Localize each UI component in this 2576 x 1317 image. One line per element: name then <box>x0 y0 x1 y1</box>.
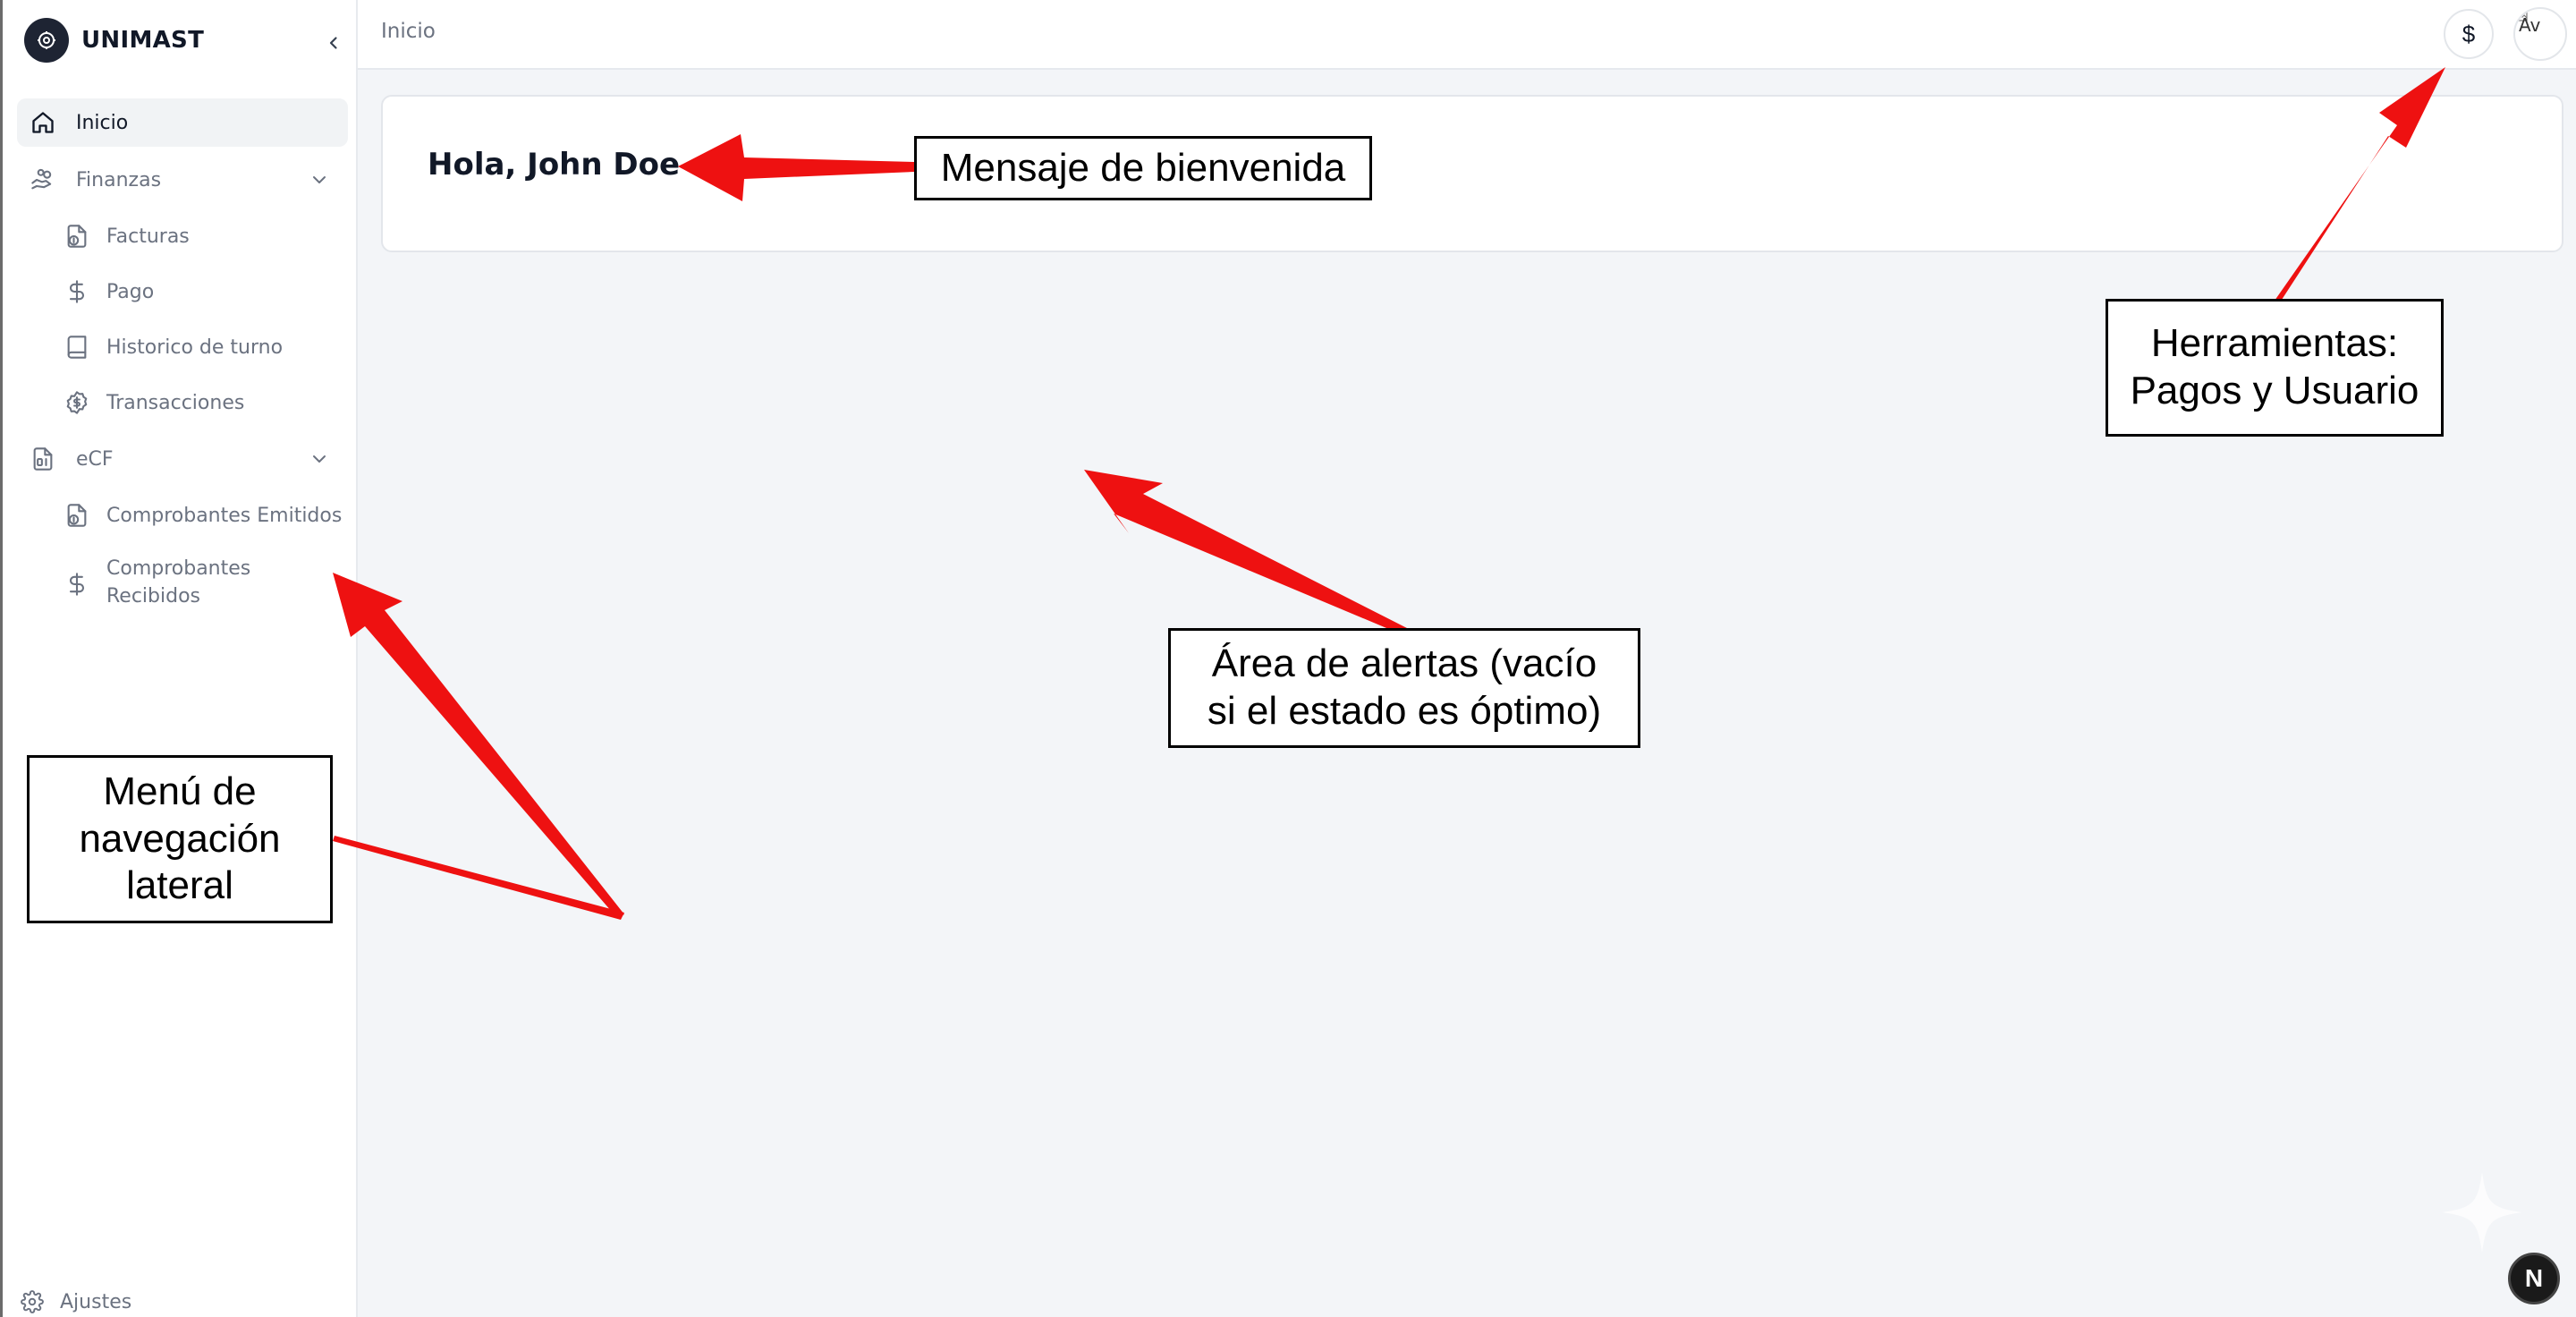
callout-tools-text: Herramientas: Pagos y Usuario <box>2130 321 2419 412</box>
sidebar-item-transacciones[interactable]: Transacciones <box>64 381 348 424</box>
callout-tools: Herramientas: Pagos y Usuario <box>2106 299 2444 437</box>
brand[interactable]: UNIMAST <box>24 18 346 63</box>
sidebar-item-historico[interactable]: Historico de turno <box>64 326 348 369</box>
gear-icon <box>38 31 55 49</box>
collapse-sidebar-button[interactable] <box>318 27 350 59</box>
dollar-icon: $ <box>2462 20 2476 47</box>
sidebar-item-ajustes[interactable]: Ajustes <box>21 1288 131 1315</box>
file-dollar-icon <box>64 502 90 529</box>
brand-logo <box>24 18 69 63</box>
nextjs-logo-icon: N <box>2524 1264 2544 1292</box>
avatar-alt-text: Av <box>2519 14 2541 36</box>
sidebar-item-finanzas[interactable]: Finanzas <box>17 156 348 204</box>
dollar-icon <box>64 278 90 305</box>
sidebar: UNIMAST Inicio Finanzas Facturas Pago Hi… <box>0 0 358 1317</box>
breadcrumb[interactable]: Inicio <box>381 20 436 43</box>
sidebar-item-label: Comprobantes Emitidos <box>106 504 343 527</box>
callout-nav: Menú de navegación lateral <box>27 755 333 923</box>
sidebar-item-ecf[interactable]: eCF <box>17 435 348 483</box>
chevron-down-icon <box>313 176 326 183</box>
sidebar-item-comprobantes-recibidos[interactable]: Comprobantes Recibidos <box>64 555 348 617</box>
book-icon <box>64 334 90 361</box>
sidebar-item-label: Inicio <box>76 111 129 134</box>
arrow-nav-head <box>333 573 624 918</box>
badge-dollar-icon <box>64 389 90 416</box>
sidebar-item-label: Finanzas <box>76 168 162 191</box>
sidebar-item-inicio[interactable]: Inicio <box>17 98 348 147</box>
sidebar-item-label: Pago <box>106 280 155 303</box>
callout-welcome: Mensaje de bienvenida <box>914 136 1372 200</box>
sparkle-icon <box>2442 1172 2522 1253</box>
callout-alerts: Área de alertas (vacío si el estado es ó… <box>1168 628 1640 748</box>
arrow-alerts <box>1084 470 1407 633</box>
home-icon <box>30 109 56 136</box>
welcome-message: Hola, John Doe <box>428 147 681 183</box>
callout-alerts-text: Área de alertas (vacío si el estado es ó… <box>1207 642 1602 733</box>
settings-label: Ajustes <box>60 1290 132 1313</box>
callout-nav-text: Menú de navegación lateral <box>79 769 281 908</box>
sidebar-item-label: Transacciones <box>106 391 245 414</box>
sidebar-item-label: eCF <box>76 447 114 471</box>
gear-icon <box>21 1290 44 1313</box>
callout-welcome-text: Mensaje de bienvenida <box>940 145 1346 190</box>
file-digit-icon <box>30 446 56 472</box>
file-dollar-icon <box>64 223 90 250</box>
nextjs-devtools-button[interactable]: N <box>2508 1253 2560 1304</box>
hand-coins-icon <box>30 166 56 193</box>
sidebar-item-label: Comprobantes Recibidos <box>106 557 251 608</box>
chevron-left-icon <box>329 37 337 49</box>
chevron-down-icon <box>313 455 326 463</box>
sidebar-item-facturas[interactable]: Facturas <box>64 215 348 258</box>
sidebar-item-comprobantes-emitidos[interactable]: Comprobantes Emitidos <box>64 494 348 537</box>
welcome-card: Hola, John Doe <box>381 95 2563 252</box>
user-avatar-button[interactable]: Av <box>2513 7 2567 61</box>
dollar-icon <box>64 571 90 598</box>
sidebar-item-label: Facturas <box>106 225 190 248</box>
brand-name: UNIMAST <box>81 27 205 54</box>
sidebar-item-label: Historico de turno <box>106 336 284 359</box>
payments-button[interactable]: $ <box>2444 9 2494 59</box>
arrow-nav <box>333 836 624 920</box>
top-bar: Inicio $ Av <box>358 0 2576 70</box>
sidebar-item-pago[interactable]: Pago <box>64 270 348 313</box>
